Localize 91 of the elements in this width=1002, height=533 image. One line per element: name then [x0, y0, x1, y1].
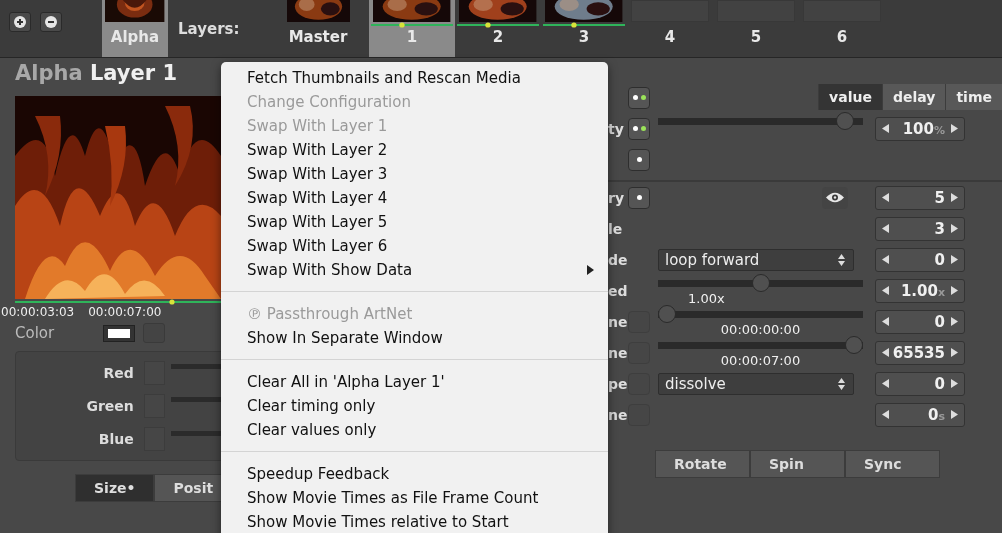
- toggle-button[interactable]: [628, 86, 650, 109]
- menu-item[interactable]: Swap With Layer 5: [221, 210, 608, 234]
- stepper-field[interactable]: 5: [875, 185, 965, 210]
- increment-icon[interactable]: [951, 348, 958, 357]
- stepper-field[interactable]: 1.00x: [875, 278, 965, 303]
- slider-thumb[interactable]: [658, 304, 676, 323]
- stepper-field[interactable]: 0: [875, 371, 965, 396]
- increment-icon[interactable]: [951, 255, 958, 264]
- decrement-icon[interactable]: [882, 224, 889, 233]
- decrement-icon[interactable]: [882, 255, 889, 264]
- property-label: le: [608, 220, 624, 237]
- decrement-icon[interactable]: [882, 124, 889, 133]
- slider-value: 00:00:07:00: [720, 353, 801, 368]
- toggle-button[interactable]: [628, 117, 650, 140]
- layer-tab[interactable]: 3: [541, 0, 627, 57]
- menu-item[interactable]: Clear values only: [221, 418, 608, 442]
- dropdown[interactable]: dissolve: [658, 372, 854, 395]
- color-label: Color: [15, 324, 56, 342]
- mode-tab[interactable]: delay: [881, 83, 946, 110]
- slider-value: 1.00x: [688, 291, 725, 306]
- layer-tab[interactable]: 4: [627, 0, 713, 57]
- property-label: ne: [608, 313, 628, 330]
- menu-item[interactable]: Fetch Thumbnails and Rescan Media: [221, 66, 608, 90]
- tab[interactable]: Size•: [75, 474, 155, 502]
- layer-tab[interactable]: Master: [283, 0, 353, 57]
- decrement-icon[interactable]: [882, 348, 889, 357]
- updown-icon: [838, 377, 845, 390]
- slider-thumb[interactable]: [845, 335, 863, 354]
- updown-icon: [838, 253, 845, 266]
- menu-item[interactable]: Show In Separate Window: [221, 326, 608, 350]
- tab[interactable]: Rotate: [655, 450, 750, 478]
- layers-label: Layers:: [178, 20, 241, 38]
- remove-button[interactable]: [40, 12, 62, 32]
- menu-item[interactable]: Clear All in 'Alpha Layer 1': [221, 370, 608, 394]
- add-button[interactable]: [9, 12, 31, 32]
- channel-label: Green: [85, 398, 134, 414]
- eye-icon: [826, 192, 844, 203]
- channel-label: Red: [102, 364, 134, 381]
- increment-icon[interactable]: [951, 193, 958, 202]
- menu-item[interactable]: Swap With Show Data: [221, 258, 608, 282]
- tab[interactable]: Spin: [750, 450, 845, 478]
- property-label: ry: [608, 189, 626, 206]
- decrement-icon[interactable]: [882, 410, 889, 419]
- stepper-field[interactable]: 65535: [875, 340, 965, 365]
- decrement-icon[interactable]: [882, 317, 889, 326]
- layer-tab[interactable]: 5: [713, 0, 799, 57]
- plus-icon: [14, 16, 26, 28]
- menu-item[interactable]: Show Movie Times relative to Start: [221, 510, 608, 533]
- slider-thumb[interactable]: [751, 273, 770, 292]
- toggle-button[interactable]: [628, 148, 650, 171]
- stepper-field[interactable]: 100%: [875, 116, 965, 141]
- minus-icon: [45, 16, 57, 28]
- decrement-icon[interactable]: [882, 286, 889, 295]
- slider-thumb[interactable]: [835, 111, 854, 130]
- slider-value: 00:00:00:00: [720, 322, 801, 337]
- layer-title: Alpha Layer 1: [15, 61, 179, 87]
- decrement-icon[interactable]: [882, 193, 889, 202]
- stepper-field[interactable]: 0: [875, 247, 965, 272]
- property-label: ne: [608, 406, 628, 423]
- property-label: ed: [608, 282, 628, 299]
- property-label: ne: [608, 344, 628, 361]
- channel-label: Blue: [97, 431, 134, 448]
- increment-icon[interactable]: [951, 317, 958, 326]
- visibility-button[interactable]: [822, 186, 848, 209]
- mode-tab[interactable]: value: [818, 83, 882, 110]
- menu-item[interactable]: Swap With Layer 3: [221, 162, 608, 186]
- stepper-field[interactable]: 3: [875, 216, 965, 241]
- increment-icon[interactable]: [951, 410, 958, 419]
- menu-item[interactable]: Swap With Layer 4: [221, 186, 608, 210]
- increment-icon[interactable]: [951, 124, 958, 133]
- color-swatch[interactable]: [103, 324, 135, 342]
- increment-icon[interactable]: [951, 286, 958, 295]
- property-label: de: [608, 251, 628, 268]
- layer-tab[interactable]: 2: [455, 0, 541, 57]
- dropdown[interactable]: loop forward: [658, 248, 854, 271]
- toggle-button[interactable]: [628, 186, 650, 209]
- start-time: 00:00:03:03: [1, 305, 75, 319]
- stepper-field[interactable]: 0: [875, 309, 965, 334]
- menu-item[interactable]: Swap With Layer 2: [221, 138, 608, 162]
- layer-tab[interactable]: 6: [799, 0, 885, 57]
- property-label: ty: [608, 120, 625, 137]
- menu-item[interactable]: Clear timing only: [221, 394, 608, 418]
- decrement-icon[interactable]: [882, 379, 889, 388]
- increment-icon[interactable]: [951, 379, 958, 388]
- tab[interactable]: Sync: [845, 450, 940, 478]
- end-time: 00:00:07:00: [88, 305, 162, 319]
- menu-item[interactable]: Swap With Layer 6: [221, 234, 608, 258]
- stepper-field[interactable]: 0s: [875, 402, 965, 427]
- mode-tab[interactable]: time: [945, 83, 1002, 110]
- property-label: pe: [608, 375, 628, 392]
- increment-icon[interactable]: [951, 224, 958, 233]
